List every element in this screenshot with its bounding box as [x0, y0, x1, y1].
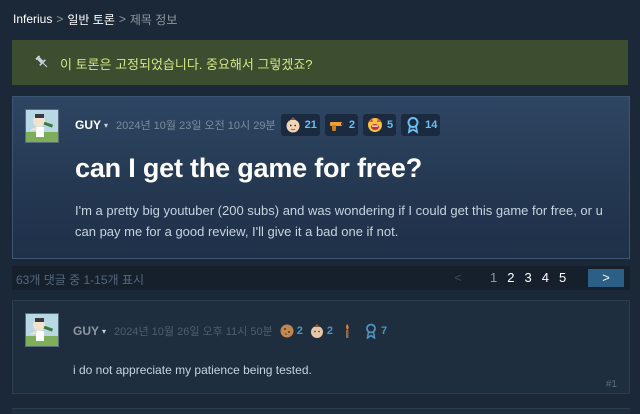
chevron-down-icon[interactable]: ▾ [104, 121, 108, 130]
author-name[interactable]: GUY [73, 324, 99, 338]
award-count: 5 [386, 119, 394, 131]
baby-face-award-icon [310, 324, 323, 338]
topic-author-row: GUY ▾ 2024년 10월 23일 오전 10시 29분 21 2 5 14 [75, 114, 441, 136]
page-link-3[interactable]: 3 [524, 270, 531, 285]
chevron-down-icon[interactable]: ▾ [102, 327, 106, 336]
screaming-face-award-icon [367, 118, 382, 132]
toy-gun-award-icon [329, 122, 344, 131]
ribbon-award-icon [407, 117, 419, 134]
award-count: 14 [425, 119, 438, 131]
next-comment-edge [12, 408, 630, 414]
award-badge[interactable] [339, 323, 357, 339]
breadcrumb-separator: > [118, 12, 126, 26]
comment-text: i do not appreciate my patience being te… [73, 363, 312, 377]
comment-count-summary: 63개 댓글 중 1-15개 표시 [16, 273, 144, 287]
topic-title: can I get the game for free? [75, 153, 422, 183]
comment: GUY ▾ 2024년 10월 26일 오후 11시 50분 2 2 7 i d… [12, 300, 630, 394]
avatar[interactable] [25, 313, 59, 347]
avatar[interactable] [25, 109, 59, 143]
comment-timestamp: 2024년 10월 26일 오후 11시 50분 [114, 326, 273, 338]
award-badge[interactable]: 21 [280, 114, 320, 136]
comment-index[interactable]: #1 [606, 379, 617, 390]
award-count: 2 [348, 119, 355, 131]
award-badge[interactable]: 14 [401, 114, 441, 136]
page-link-4[interactable]: 4 [542, 270, 549, 285]
torch-award-icon [346, 324, 349, 338]
breadcrumb-app-link[interactable]: Inferius [13, 12, 52, 26]
award-badge[interactable]: 2 [309, 323, 333, 339]
award-count: 7 [381, 325, 388, 337]
award-count: 21 [304, 119, 317, 131]
breadcrumb: Inferius > 일반 토론 > 제목 정보 [13, 11, 177, 27]
comment-author-row: GUY ▾ 2024년 10월 26일 오후 11시 50분 2 2 7 [73, 323, 387, 339]
award-count: 2 [326, 325, 333, 337]
pinned-notice-text: 이 토론은 고정되었습니다. 중요해서 그렇겠죠? [60, 57, 313, 72]
author-name[interactable]: GUY [75, 118, 101, 132]
ribbon-award-icon [366, 323, 376, 339]
award-badge[interactable]: 2 [279, 323, 303, 339]
pin-icon [35, 55, 48, 68]
breadcrumb-separator: > [56, 12, 64, 26]
award-badge[interactable]: 2 [324, 114, 358, 136]
prev-page-button[interactable]: < [444, 269, 472, 287]
topic-body: I'm a pretty big youtuber (200 subs) and… [75, 203, 603, 239]
page-link-1[interactable]: 1 [490, 270, 497, 285]
page-link-2[interactable]: 2 [507, 270, 514, 285]
breadcrumb-current: 제목 정보 [129, 12, 178, 27]
breadcrumb-section-link[interactable]: 일반 토론 [67, 11, 115, 28]
award-badge[interactable]: 5 [362, 114, 397, 136]
award-count: 2 [296, 325, 303, 337]
page-list: 1 2 3 4 5 [490, 270, 576, 285]
pinned-notice: 이 토론은 고정되었습니다. 중요해서 그렇겠죠? [12, 40, 628, 85]
baby-face-award-icon [286, 117, 300, 133]
cookie-award-icon [280, 324, 294, 338]
page-link-5[interactable]: 5 [559, 270, 566, 285]
topic-post: GUY ▾ 2024년 10월 23일 오전 10시 29분 21 2 5 14… [12, 96, 630, 259]
award-badge[interactable]: 7 [363, 323, 387, 339]
pagination-bar: 63개 댓글 중 1-15개 표시 < 1 2 3 4 5 > [12, 266, 630, 290]
post-timestamp: 2024년 10월 23일 오전 10시 29분 [116, 120, 276, 132]
next-page-button[interactable]: > [588, 269, 624, 287]
